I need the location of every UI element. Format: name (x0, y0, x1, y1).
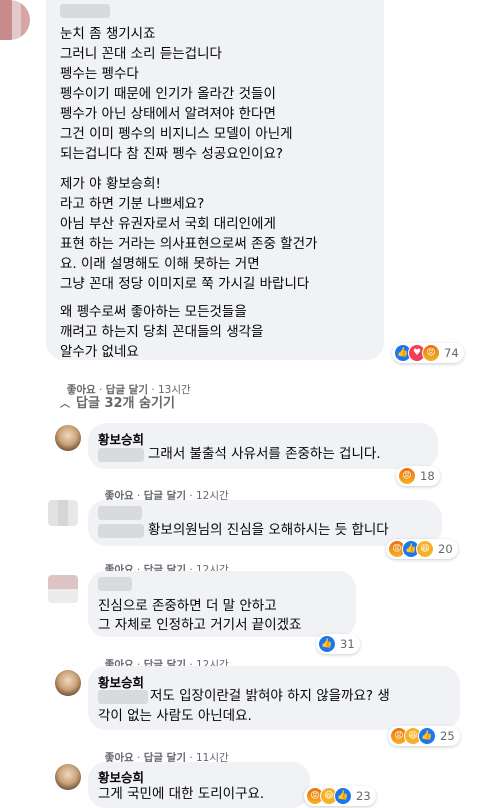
reply-author[interactable]: 황보승희 (98, 672, 144, 691)
hide-replies-label: 답글 32개 숨기기 (76, 396, 175, 411)
reply-actions: 좋아요 · 답글 달기 · 11시간 (104, 752, 229, 764)
reaction-summary[interactable]: 👍 ♥ 😡 74 (392, 343, 464, 363)
reaction-summary[interactable]: 😡 18 (396, 466, 440, 486)
reaction-count: 23 (356, 789, 371, 803)
hide-replies-toggle[interactable]: ︿ 답글 32개 숨기기 (60, 392, 175, 411)
mention-redacted[interactable] (98, 524, 144, 538)
reply-avatar[interactable] (48, 500, 78, 526)
reply-actions: 좋아요 · 답글 달기 · 12시간 (104, 490, 229, 502)
reply-text-line: 그래서 불출석 사유서를 존중하는 겁니다. (148, 446, 381, 462)
haha-icon: 😆 (416, 540, 434, 558)
reaction-count: 74 (444, 346, 459, 360)
comment-text-line: 제가 야 황보승희! (60, 176, 161, 192)
comment-text-line: 왜 펭수로써 좋아하는 모든것들을 (60, 304, 247, 320)
reply-text-line: 진심으로 존중하면 더 말 안하고 (98, 598, 277, 614)
comment-text-line: 눈치 좀 챙기시죠 (60, 26, 156, 42)
comment-text-line: 펭수이기 때문에 인기가 올라간 것들이 (60, 86, 276, 102)
reaction-summary[interactable]: 😡 😆 👍 23 (304, 786, 376, 806)
reply-avatar[interactable] (48, 575, 78, 603)
reaction-count: 18 (420, 469, 435, 483)
like-icon: 👍 (318, 635, 336, 653)
comment-text-line: 그냥 꼰대 정당 이미지로 쭉 가시길 바랍니다 (60, 276, 310, 292)
reply-text-line: 각이 없는 사람도 아닌데요. (98, 708, 252, 724)
like-icon: 👍 (334, 787, 352, 805)
reply-avatar[interactable] (55, 425, 81, 451)
reply-avatar[interactable] (55, 764, 81, 790)
reaction-summary[interactable]: 😡 👍 😆 20 (386, 539, 458, 559)
comment-text-line: 깨려고 하는지 당최 꼰대들의 생각을 (60, 324, 264, 340)
reaction-count: 20 (438, 542, 453, 556)
reply-author-redacted[interactable] (98, 506, 142, 520)
reply-text-line: 황보의원님의 진심을 오해하시는 듯 합니다 (148, 522, 389, 538)
reaction-summary[interactable]: 😡 😆 👍 25 (388, 726, 460, 746)
like-icon: 👍 (418, 727, 436, 745)
angry-icon: 😡 (398, 467, 416, 485)
comment-text-line: 그러니 꼰대 소리 듣는겁니다 (60, 46, 222, 62)
reaction-count: 31 (340, 637, 355, 651)
reply-text-line: 그게 국민에 대한 도리이구요. (98, 786, 265, 802)
reply-text-line: 저도 입장이란걸 밝혀야 하지 않을까요? 생 (150, 688, 390, 704)
chevron-up-icon: ︿ (60, 399, 70, 410)
comment-text-line: 되는겁니다 참 진짜 펭수 성공요인이요? (60, 146, 284, 162)
commenter-name-redacted[interactable] (60, 4, 110, 18)
reply-text-line: 그 자체로 인정하고 거기서 끝이겠죠 (98, 617, 302, 633)
reply-author[interactable]: 황보승희 (98, 429, 144, 448)
reaction-summary[interactable]: 👍 31 (316, 634, 360, 654)
commenter-avatar[interactable] (0, 0, 30, 40)
comment-text-line: 알수가 없네요 (60, 344, 139, 360)
comment-text-line: 아님 부산 유권자로서 국회 대리인에게 (60, 216, 276, 232)
comment-text-line: 라고 하면 기분 나쁘세요? (60, 196, 205, 212)
reaction-count: 25 (440, 729, 455, 743)
comment-text-line: 그건 이미 펭수의 비지니스 모델이 아닌게 (60, 126, 293, 142)
reply-avatar[interactable] (55, 670, 81, 696)
comment-text-line: 요. 이래 설명해도 이해 못하는 거면 (60, 256, 260, 272)
mention-redacted[interactable] (98, 690, 148, 704)
comment-text-line: 표현 하는 거라는 의사표현으로써 존중 할건가 (60, 236, 318, 252)
reply-author-redacted[interactable] (98, 577, 132, 591)
mention-redacted[interactable] (98, 448, 144, 462)
comment-text-line: 펭수가 아닌 상태에서 알려져야 한다면 (60, 106, 276, 122)
angry-icon: 😡 (422, 344, 440, 362)
comment-text-line: 펭수는 펭수다 (60, 66, 139, 82)
